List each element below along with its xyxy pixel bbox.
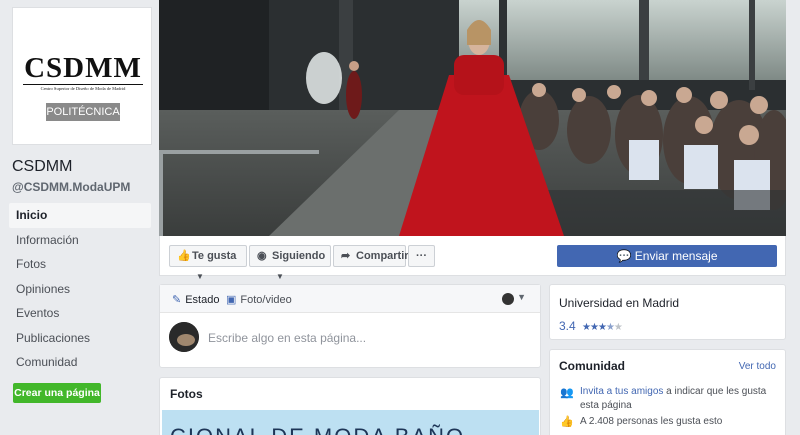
more-button[interactable]: ··· <box>408 245 435 267</box>
page-handle[interactable]: @CSDMM.ModaUPM <box>12 180 130 194</box>
chevron-down-icon[interactable]: ▼ <box>517 292 526 302</box>
avatar-image <box>169 322 199 352</box>
see-all-link[interactable]: Ver todo <box>739 361 776 372</box>
pencil-icon: ✎ <box>172 294 182 306</box>
page-nav: Inicio Información Fotos Opiniones Event… <box>9 203 151 375</box>
create-page-button[interactable]: Crear una página <box>13 383 101 403</box>
action-bar: 👍 Te gusta▼ ◉ Siguiendo▼ ➦ Compartir ···… <box>159 236 786 281</box>
share-button[interactable]: ➦ Compartir <box>333 245 409 267</box>
cover-photo[interactable] <box>159 0 786 236</box>
thumbs-up-icon: 👍 <box>560 416 574 428</box>
posting-as-avatar[interactable] <box>502 293 514 305</box>
about-card: Universidad en Madrid 3.4 ★★★★★ <box>549 284 786 340</box>
page-name[interactable]: CSDMM <box>12 158 72 176</box>
following-button[interactable]: ◉ Siguiendo▼ <box>249 245 331 281</box>
nav-item-opiniones[interactable]: Opiniones <box>9 277 151 302</box>
invite-friends-link[interactable]: Invita a tus amigos <box>580 386 663 397</box>
photo-thumbnail[interactable]: CIONAL DE MODA BAÑO <box>162 410 539 435</box>
page-category[interactable]: Universidad en Madrid <box>559 296 679 310</box>
tab-photo-label: Foto/video <box>240 294 292 306</box>
nav-item-eventos[interactable]: Eventos <box>9 301 151 326</box>
messenger-icon: 💬 <box>616 249 632 263</box>
like-button[interactable]: 👍 Te gusta▼ <box>169 245 247 281</box>
nav-item-fotos[interactable]: Fotos <box>9 252 151 277</box>
composer-input[interactable]: Escribe algo en esta página... <box>208 331 366 345</box>
star-rating-icon: ★★★★★ <box>582 322 623 333</box>
logo-badge: POLITÉCNICA <box>46 103 120 121</box>
likes-count: A 2.408 personas les gusta esto <box>580 416 723 427</box>
post-composer: ✎ Estado ▣ Foto/video ▼ Escribe algo en es… <box>159 284 541 368</box>
logo-subtitle: Centro Superior de Diseño de Moda de Mad… <box>23 84 143 91</box>
following-button-label: Siguiendo <box>272 250 326 262</box>
tab-photo-video[interactable]: ▣ Foto/video <box>226 293 292 306</box>
rating[interactable]: 3.4 ★★★★★ <box>559 319 623 333</box>
logo-text: CSDMM <box>24 52 142 84</box>
thumbs-up-icon: 👍 <box>177 250 191 262</box>
profile-picture[interactable]: CSDMM Centro Superior de Diseño de Moda … <box>12 7 152 145</box>
composer-tabs: ✎ Estado ▣ Foto/video ▼ <box>160 285 540 313</box>
photos-title[interactable]: Fotos <box>170 387 203 401</box>
nav-item-publicaciones[interactable]: Publicaciones <box>9 326 151 351</box>
share-button-label: Compartir <box>356 250 409 262</box>
photo-icon: ▣ <box>226 294 237 306</box>
community-card: Comunidad Ver todo 👥 Invita a tus amigos… <box>549 349 786 435</box>
like-button-label: Te gusta <box>192 250 237 262</box>
cover-photo-image <box>159 0 786 236</box>
send-message-label: Enviar mensaje <box>634 249 718 263</box>
avatar <box>169 322 199 352</box>
tab-status[interactable]: ✎ Estado <box>172 293 219 306</box>
community-title: Comunidad <box>559 359 625 373</box>
photos-card: Fotos CIONAL DE MODA BAÑO <box>159 377 541 435</box>
nav-item-comunidad[interactable]: Comunidad <box>9 350 151 375</box>
rss-icon: ◉ <box>257 250 267 262</box>
photo-banner-text: CIONAL DE MODA BAÑO <box>170 424 465 435</box>
rating-value: 3.4 <box>559 319 576 333</box>
send-message-button[interactable]: 💬 Enviar mensaje <box>557 245 777 267</box>
invite-friends-row: Invita a tus amigos a indicar que les gu… <box>580 385 780 413</box>
nav-item-informacion[interactable]: Información <box>9 228 151 253</box>
more-icon: ··· <box>416 250 427 262</box>
share-arrow-icon: ➦ <box>341 250 351 262</box>
nav-item-inicio[interactable]: Inicio <box>9 203 151 228</box>
friends-icon: 👥 <box>560 387 574 399</box>
tab-status-label: Estado <box>185 294 220 306</box>
